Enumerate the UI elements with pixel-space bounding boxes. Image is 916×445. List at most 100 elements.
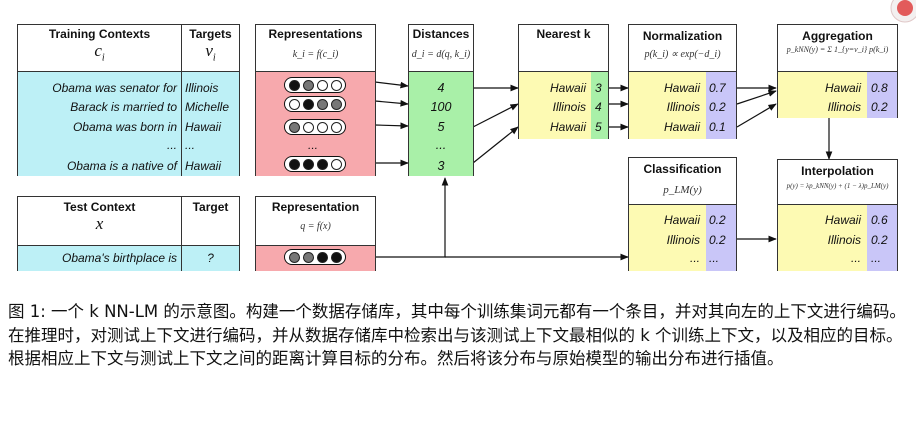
- normalization-label-3: Hawaii: [663, 120, 700, 134]
- interpolation-label-1: Hawaii: [824, 213, 861, 227]
- training-context-row-3: Obama was born in: [72, 120, 177, 134]
- key-vector-3-dot-3: [316, 121, 328, 133]
- aggregation-title: Aggregation: [802, 29, 873, 43]
- normalization-table: Normalization p(k_i) ∝ exp(−d_i) Hawaii …: [628, 24, 737, 139]
- query-vector-dot-2: [302, 251, 314, 263]
- representations-formula: k_i = f(c_i): [292, 49, 339, 60]
- training-context-row-1: Obama was senator for: [52, 81, 177, 95]
- test-context-title: Test Context: [63, 200, 136, 214]
- test-representation-title: Representation: [271, 200, 360, 214]
- distance-row-1: 4: [437, 81, 445, 95]
- query-vector-dot-4: [330, 251, 342, 263]
- nearest-value-2: 4: [595, 100, 602, 114]
- figure-caption: 图 1: 一个 k NN-LM 的示意图。构建一个数据存储库，其中每个训练集词元…: [8, 302, 906, 368]
- nearest-value-3: 5: [595, 120, 602, 134]
- nearest-label-3: Hawaii: [549, 120, 586, 134]
- aggregation-formula: p_kNN(y) = Σ 1_{y=v_i} p(k_i): [786, 45, 889, 54]
- training-contexts-table: Training Contexts ci Obama was senator f…: [17, 24, 182, 176]
- key-vector-3: [284, 119, 346, 135]
- interpolation-value-3: ...: [871, 251, 882, 265]
- key-vector-4-dot-2: [302, 158, 314, 170]
- arrow-dist-to-nearest-2: [472, 103, 519, 128]
- arrow-norm-to-agg-3: [736, 103, 777, 128]
- interpolation-title: Interpolation: [801, 164, 874, 178]
- distances-table: Distances d_i = d(q, k_i) 4 100 5 ... 3: [408, 24, 474, 176]
- aggregation-label-1: Hawaii: [824, 81, 861, 95]
- training-context-row-4: ...: [166, 138, 177, 152]
- classification-formula: p_LM(y): [663, 184, 702, 196]
- query-vector-dot-3: [316, 251, 328, 263]
- distances-formula: d_i = d(q, k_i): [411, 49, 471, 60]
- key-vector-4-dot-4: [330, 158, 342, 170]
- target-row-4: ...: [185, 138, 196, 152]
- normalization-title: Normalization: [642, 29, 723, 43]
- arrow-test-rep-to-distances: [375, 177, 449, 258]
- nearest-k-label: Nearest k: [536, 27, 591, 41]
- symbol-v: v: [205, 41, 213, 60]
- training-context-row-5: Obama is a native of: [66, 159, 177, 173]
- query-vector-dot-1: [288, 251, 300, 263]
- target-row-1: Illinois: [185, 81, 219, 95]
- aggregation-label-2: Illinois: [827, 100, 861, 114]
- training-context-row-2: Barack is married to: [70, 100, 177, 114]
- nearest-k-title: Nearest k: [519, 27, 608, 41]
- key-vector-3-dot-1: [288, 121, 300, 133]
- key-vector-2-dot-3: [316, 98, 328, 110]
- classification-label-2: Illinois: [666, 233, 700, 247]
- nearest-label-1: Hawaii: [549, 81, 586, 95]
- interpolation-table: Interpolation p(y) = λp_kNN(y) + (1 − λ)…: [777, 159, 898, 271]
- distance-row-4: ...: [435, 138, 447, 152]
- classification-table: Classification p_LM(y) Hawaii 0.2 Illino…: [628, 157, 737, 271]
- normalization-value-3: 0.1: [709, 120, 726, 134]
- distances-title: Distances: [412, 27, 470, 41]
- nearest-k-table: Nearest k Hawaii 3 Illinois 4 Hawaii 5: [518, 24, 609, 139]
- normalization-value-2: 0.2: [709, 100, 726, 114]
- arrow-norm-to-agg-2: [736, 90, 777, 105]
- key-vector-4-dot-3: [316, 158, 328, 170]
- key-vector-4-dot-1: [288, 158, 300, 170]
- key-vector-2-dot-4: [330, 98, 342, 110]
- key-vector-2: [284, 96, 346, 112]
- normalization-value-1: 0.7: [709, 81, 726, 95]
- distance-row-3: 5: [437, 120, 445, 134]
- key-vector-1-dot-2: [302, 79, 314, 91]
- targets-table: Targets vi Illinois Michelle Hawaii ... …: [181, 24, 240, 176]
- distance-row-5: 3: [437, 159, 445, 173]
- test-representation-table: Representation q = f(x): [255, 196, 376, 271]
- representations-table: Representations k_i = f(c_i) ...: [255, 24, 376, 176]
- interpolation-label-2: Illinois: [827, 233, 861, 247]
- test-context-symbol: x: [95, 214, 104, 233]
- training-contexts-title: Training Contexts: [48, 27, 151, 41]
- symbol-v-sub: i: [212, 52, 216, 64]
- interpolation-value-1: 0.6: [871, 213, 888, 227]
- key-vector-2-dot-2: [302, 98, 314, 110]
- representations-ellipsis: ...: [308, 138, 319, 152]
- arrow-rep-to-dist-1: [374, 81, 409, 89]
- classification-label-3: ...: [689, 251, 700, 265]
- interpolation-formula: p(y) = λp_kNN(y) + (1 − λ)p_LM(y): [786, 182, 889, 190]
- interpolation-label-3: ...: [850, 251, 861, 265]
- symbol-c: c: [94, 41, 102, 60]
- key-vector-1: [284, 77, 346, 93]
- normalization-label-2: Illinois: [666, 100, 700, 114]
- target-value: ?: [207, 251, 214, 265]
- aggregation-value-1: 0.8: [871, 81, 888, 95]
- representations-title: Representations: [268, 27, 363, 41]
- classification-title: Classification: [643, 162, 722, 176]
- target-row-2: Michelle: [185, 100, 230, 114]
- classification-value-2: 0.2: [709, 233, 726, 247]
- target-row-3: Hawaii: [185, 120, 222, 134]
- classification-label-1: Hawaii: [663, 213, 700, 227]
- aggregation-table: Aggregation p_kNN(y) = Σ 1_{y=v_i} p(k_i…: [777, 24, 898, 118]
- training-contexts-symbol: ci: [18, 41, 181, 63]
- key-vector-2-dot-1: [288, 98, 300, 110]
- targets-title: Targets: [189, 27, 232, 41]
- normalization-label-1: Hawaii: [663, 81, 700, 95]
- interpolation-value-2: 0.2: [871, 233, 888, 247]
- arrow-dist-to-nearest-3: [472, 126, 519, 164]
- query-vector: [284, 249, 346, 265]
- arrow-rep-to-dist-3: [374, 122, 409, 130]
- key-vector-3-dot-2: [302, 121, 314, 133]
- key-vector-1-dot-1: [288, 79, 300, 91]
- arrow-rep-to-dist-2: [374, 99, 409, 107]
